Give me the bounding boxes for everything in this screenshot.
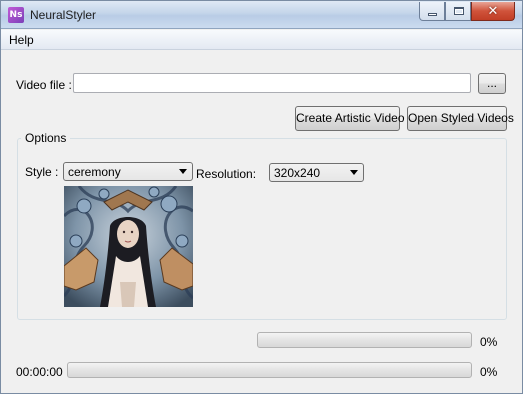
video-file-label: Video file : xyxy=(16,78,72,92)
resolution-select[interactable]: 320x240 xyxy=(269,163,364,182)
style-progress-bar xyxy=(257,332,472,348)
close-icon: ✕ xyxy=(487,3,499,18)
style-progress-percent: 0% xyxy=(480,335,498,349)
resolution-select-value: 320x240 xyxy=(274,166,321,180)
window-title: NeuralStyler xyxy=(30,8,97,22)
video-progress-bar xyxy=(67,362,472,378)
title-bar[interactable]: Ns NeuralStyler ✕ xyxy=(1,1,522,29)
minimize-button[interactable] xyxy=(419,2,445,21)
app-window: Ns NeuralStyler ✕ Help Video file : ... … xyxy=(0,0,523,394)
video-file-input[interactable] xyxy=(73,73,471,93)
open-styled-videos-button[interactable]: Open Styled Videos xyxy=(407,106,514,131)
style-preview-image xyxy=(64,186,193,307)
menu-help[interactable]: Help xyxy=(9,33,34,47)
elapsed-time: 00:00:00 xyxy=(16,365,63,379)
browse-button[interactable]: ... xyxy=(478,73,506,94)
minimize-icon xyxy=(428,13,437,16)
chevron-down-icon xyxy=(350,170,358,175)
maximize-icon xyxy=(454,7,464,15)
resolution-label: Resolution: xyxy=(196,167,257,181)
options-group-title: Options xyxy=(21,131,71,145)
ceremony-artwork-icon xyxy=(64,186,193,307)
close-button[interactable]: ✕ xyxy=(471,2,515,21)
chevron-down-icon xyxy=(179,169,187,174)
app-icon: Ns xyxy=(8,7,24,23)
menu-bar: Help xyxy=(1,30,522,50)
style-select-value: ceremony xyxy=(68,165,121,179)
create-artistic-video-button[interactable]: Create Artistic Video xyxy=(295,106,405,131)
video-progress-percent: 0% xyxy=(480,365,498,379)
style-label: Style : xyxy=(25,165,59,179)
style-select[interactable]: ceremony xyxy=(63,162,193,181)
maximize-button[interactable] xyxy=(445,2,471,21)
